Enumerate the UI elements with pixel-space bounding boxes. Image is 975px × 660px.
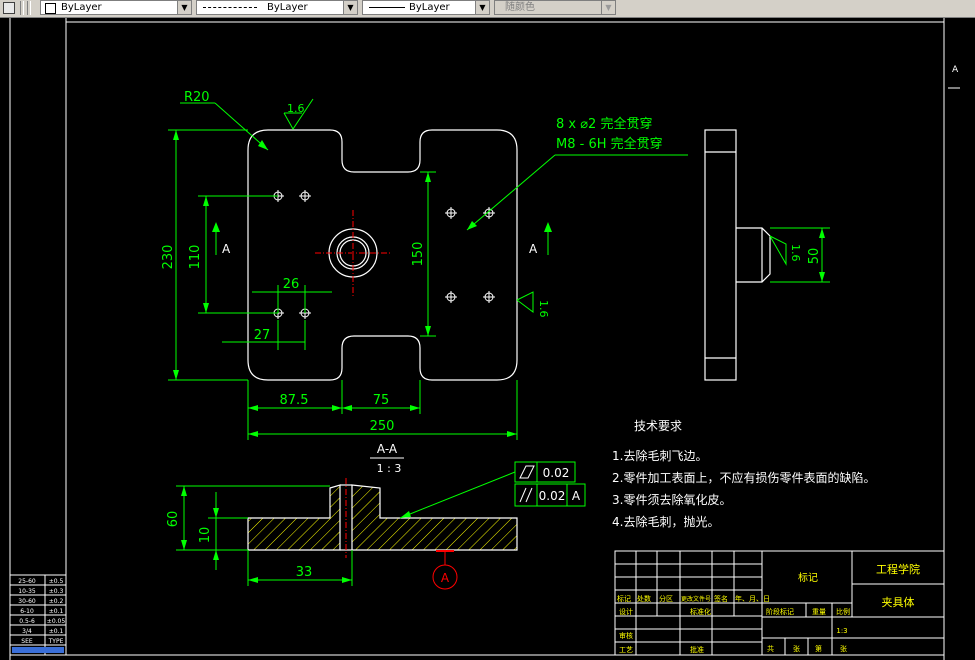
legend-cell: 0.5-6 <box>19 618 35 625</box>
dim-150: 150 <box>411 242 426 267</box>
roughness-label: 1.6 <box>287 102 305 115</box>
dim-60: 60 <box>166 511 181 528</box>
tech-req-item: 4.去除毛刺，抛光。 <box>612 514 719 529</box>
color-combo[interactable]: ByLayer ▼ <box>40 0 192 15</box>
chevron-down-icon[interactable]: ▼ <box>601 1 615 14</box>
legend-cell: ±0.5 <box>49 578 64 585</box>
part-name: 夹具体 <box>882 595 915 609</box>
tol-flatness: 0.02 <box>543 466 570 480</box>
title-mark: 标记 <box>798 572 818 584</box>
hole-note-line2: M8 - 6H 完全贯穿 <box>556 136 663 152</box>
legend-cell: ±0.05 <box>47 618 66 625</box>
dim-110: 110 <box>188 245 203 270</box>
tol-parallel: 0.02 <box>539 489 566 503</box>
section-marker-left: A <box>222 242 231 256</box>
tb-label: 分区 <box>659 594 673 603</box>
linetype-preview-icon <box>203 7 257 8</box>
section-scale: 1 : 3 <box>377 462 402 475</box>
legend-cell: 6-10 <box>20 608 34 615</box>
color-swatch-icon <box>45 3 56 14</box>
dim-33: 33 <box>296 565 313 580</box>
radius-label: R20 <box>184 90 210 105</box>
tb-approve: 批准 <box>690 645 704 654</box>
tb-label: 年、月、日 <box>735 594 770 603</box>
dim-26: 26 <box>283 277 300 292</box>
tech-req-item: 3.零件须去除氧化皮。 <box>612 492 731 507</box>
chevron-down-icon[interactable]: ▼ <box>343 1 357 14</box>
dim-250: 250 <box>370 419 395 434</box>
roughness-label-side: 1.6 <box>789 244 802 262</box>
plotstyle-combo-value: 随颜色 <box>505 2 535 13</box>
properties-toolbar: ByLayer ▼ ByLayer ▼ ByLayer ▼ 随颜色 ▼ <box>0 0 975 18</box>
dim-75: 75 <box>373 393 390 408</box>
hole-note-line1: 8 x ⌀2 完全贯穿 <box>556 116 652 132</box>
linetype-combo[interactable]: ByLayer ▼ <box>196 0 358 15</box>
tb-sheet: 张 <box>840 644 847 653</box>
tb-scale-label: 比例 <box>836 607 850 616</box>
tol-datum: A <box>572 489 581 503</box>
legend-cell: ±0.3 <box>49 588 64 595</box>
tb-stage-mark: 阶段标记 <box>766 607 794 616</box>
legend-cell: ±0.1 <box>49 628 64 635</box>
tech-req-item: 1.去除毛刺飞边。 <box>612 448 707 463</box>
dim-87-5: 87.5 <box>280 393 309 408</box>
tb-standardize: 标准化 <box>690 607 711 616</box>
dim-10: 10 <box>198 527 213 544</box>
tb-label: 处数 <box>637 594 651 603</box>
lineweight-combo[interactable]: ByLayer ▼ <box>362 0 490 15</box>
drawing-canvas[interactable]: A 25-60 10-35 30-60 6-10 0.5-6 3/4 SEE ±… <box>0 18 975 660</box>
datum-label: A <box>441 571 450 585</box>
tb-label: 标记 <box>617 594 631 603</box>
tb-label: 签名 <box>714 594 728 603</box>
school-name: 工程学院 <box>876 562 920 576</box>
tb-weight: 重量 <box>812 608 826 616</box>
section-title: A-A <box>377 442 398 456</box>
legend-cell: 25-60 <box>18 578 36 585</box>
toolbar-separator <box>27 1 31 15</box>
tb-scale-value: 1:3 <box>836 627 847 635</box>
lineweight-combo-value: ByLayer <box>409 2 450 13</box>
layer-icon[interactable] <box>3 2 15 14</box>
legend-cell: SEE <box>21 638 33 645</box>
tech-req-item: 2.零件加工表面上，不应有损伤零件表面的缺陷。 <box>612 470 875 485</box>
legend-cell: ±0.1 <box>49 608 64 615</box>
tech-req-title: 技术要求 <box>634 419 682 433</box>
legend-cell: ±0.2 <box>49 598 64 605</box>
toolbar-separator <box>20 1 24 15</box>
vertical-scrollbar[interactable]: A <box>943 18 975 660</box>
linetype-combo-value: ByLayer <box>267 2 308 13</box>
legend-cell: 10-35 <box>18 588 36 595</box>
legend-cell: 30-60 <box>18 598 36 605</box>
tb-sheet: 第 <box>815 644 822 653</box>
dim-50: 50 <box>807 248 822 265</box>
dim-27: 27 <box>254 328 271 343</box>
legend-cell: TYPE <box>48 638 64 645</box>
plotstyle-combo[interactable]: 随颜色 ▼ <box>494 0 616 15</box>
section-marker-right: A <box>529 242 538 256</box>
tb-label: 更改文件号 <box>681 595 711 603</box>
legend-highlight <box>12 647 64 653</box>
lineweight-preview-icon <box>369 7 405 8</box>
tb-design: 设计 <box>619 607 633 616</box>
dim-230: 230 <box>161 245 176 270</box>
tb-process: 工艺 <box>619 646 633 654</box>
tb-sheet: 共 <box>767 644 774 653</box>
chevron-down-icon[interactable]: ▼ <box>177 1 191 14</box>
chevron-down-icon[interactable]: ▼ <box>475 1 489 14</box>
svg-text:A: A <box>952 65 959 75</box>
legend-cell: 3/4 <box>22 628 32 635</box>
tb-review: 审核 <box>619 631 633 640</box>
roughness-label-right: 1.6 <box>537 300 550 318</box>
color-combo-value: ByLayer <box>61 2 102 13</box>
tb-sheet: 张 <box>793 644 800 653</box>
